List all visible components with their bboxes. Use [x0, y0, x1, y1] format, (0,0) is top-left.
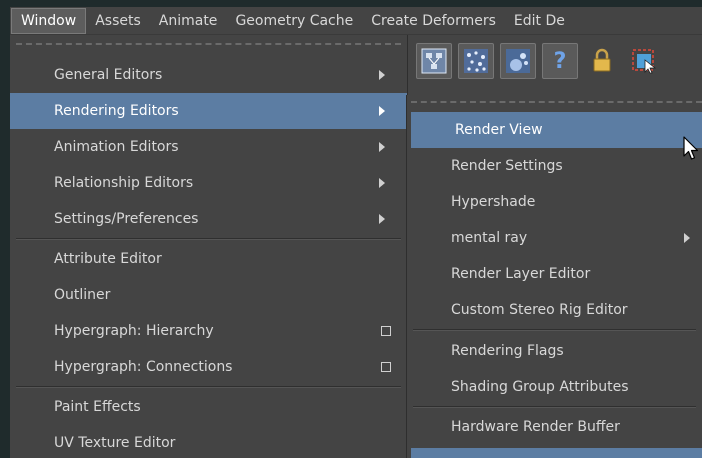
- menu-item-render-view[interactable]: Render View: [411, 112, 702, 148]
- menu-window[interactable]: Window: [11, 7, 87, 34]
- menu-item-label: Hypergraph: Hierarchy: [54, 323, 214, 339]
- submenu-arrow-icon: [379, 70, 385, 80]
- menu-bar: Window Assets Animate Geometry Cache Cre…: [10, 7, 702, 35]
- menu-item-label: Render View: [455, 122, 543, 138]
- menu-item-animation-editors[interactable]: Animation Editors: [10, 129, 407, 165]
- menu-item-label: Relationship Editors: [54, 175, 194, 191]
- menu-item-rendering-flags[interactable]: Rendering Flags: [407, 333, 702, 369]
- menu-item-hypergraph-hierarchy[interactable]: Hypergraph: Hierarchy: [10, 313, 407, 349]
- menu-item-hypershade[interactable]: Hypershade: [407, 184, 702, 220]
- rendering-editors-submenu: Render View Render Settings Hypershade m…: [406, 95, 702, 458]
- menu-animate[interactable]: Animate: [150, 7, 227, 34]
- menu-item-label: UV Texture Editor: [54, 435, 176, 451]
- toolbar: ?: [408, 35, 702, 95]
- tear-off-handle[interactable]: [16, 43, 401, 45]
- lock-icon[interactable]: [584, 43, 620, 79]
- select-object-icon[interactable]: [626, 43, 662, 79]
- submenu-arrow-icon: [379, 214, 385, 224]
- menu-item-hardware-render-buffer[interactable]: Hardware Render Buffer: [407, 409, 702, 445]
- menu-assets[interactable]: Assets: [86, 7, 150, 34]
- menu-item-uv-texture-editor[interactable]: UV Texture Editor: [10, 425, 407, 458]
- menu-item-label: Outliner: [54, 287, 111, 303]
- menu-item-label: General Editors: [54, 67, 163, 83]
- submenu-arrow-icon: [379, 178, 385, 188]
- menu-item-relationship-editors[interactable]: Relationship Editors: [10, 165, 407, 201]
- menu-item-attribute-editor[interactable]: Attribute Editor: [10, 241, 407, 277]
- menu-item-label: Render Settings: [451, 158, 563, 174]
- menu-item-outliner[interactable]: Outliner: [10, 277, 407, 313]
- menu-item-paint-effects[interactable]: Paint Effects: [10, 389, 407, 425]
- menu-geometry-cache[interactable]: Geometry Cache: [226, 7, 362, 34]
- menu-item-label: Paint Effects: [54, 399, 141, 415]
- menu-item-label: Hypergraph: Connections: [54, 359, 233, 375]
- menu-item-shading-group-attributes[interactable]: Shading Group Attributes: [407, 369, 702, 405]
- menu-item-label: mental ray: [451, 230, 528, 246]
- mouse-pointer-icon: [683, 136, 699, 166]
- menu-separator: [16, 238, 401, 240]
- next-menu-item-highlight: [411, 448, 702, 458]
- menu-item-label: Shading Group Attributes: [451, 379, 629, 395]
- menu-item-label: Rendering Editors: [54, 103, 179, 119]
- hypergraph-icon[interactable]: [416, 43, 452, 79]
- menu-separator: [16, 386, 401, 388]
- menu-item-label: Custom Stereo Rig Editor: [451, 302, 628, 318]
- menu-item-custom-stereo-rig-editor[interactable]: Custom Stereo Rig Editor: [407, 292, 702, 328]
- paint-effects-icon[interactable]: [500, 43, 536, 79]
- menu-item-general-editors[interactable]: General Editors: [10, 57, 407, 93]
- submenu-arrow-icon: [379, 106, 385, 116]
- menu-item-label: Attribute Editor: [54, 251, 162, 267]
- help-icon[interactable]: ?: [542, 43, 578, 79]
- menu-item-mental-ray[interactable]: mental ray: [407, 220, 702, 256]
- menu-item-rendering-editors[interactable]: Rendering Editors: [10, 93, 407, 129]
- help-glyph: ?: [553, 48, 567, 74]
- menu-edit-deformers[interactable]: Edit De: [505, 7, 574, 34]
- menu-item-render-settings[interactable]: Render Settings: [407, 148, 702, 184]
- menu-item-label: Hypershade: [451, 194, 536, 210]
- submenu-arrow-icon: [684, 233, 690, 243]
- menu-item-label: Hardware Render Buffer: [451, 419, 620, 435]
- submenu-arrow-icon: [379, 142, 385, 152]
- menu-item-label: Settings/Preferences: [54, 211, 199, 227]
- menu-item-label: Render Layer Editor: [451, 266, 591, 282]
- menu-create-deformers[interactable]: Create Deformers: [362, 7, 505, 34]
- menu-item-settings-preferences[interactable]: Settings/Preferences: [10, 201, 407, 237]
- menu-item-hypergraph-connections[interactable]: Hypergraph: Connections: [10, 349, 407, 385]
- menu-item-label: Rendering Flags: [451, 343, 564, 359]
- menu-separator: [413, 329, 696, 331]
- window-menu: General Editors Rendering Editors Animat…: [10, 35, 408, 458]
- menu-item-render-layer-editor[interactable]: Render Layer Editor: [407, 256, 702, 292]
- tear-off-handle[interactable]: [411, 101, 702, 103]
- option-box-icon[interactable]: [381, 362, 391, 372]
- option-box-icon[interactable]: [381, 326, 391, 336]
- menu-item-label: Animation Editors: [54, 139, 179, 155]
- particles-icon[interactable]: [458, 43, 494, 79]
- menu-separator: [413, 406, 696, 408]
